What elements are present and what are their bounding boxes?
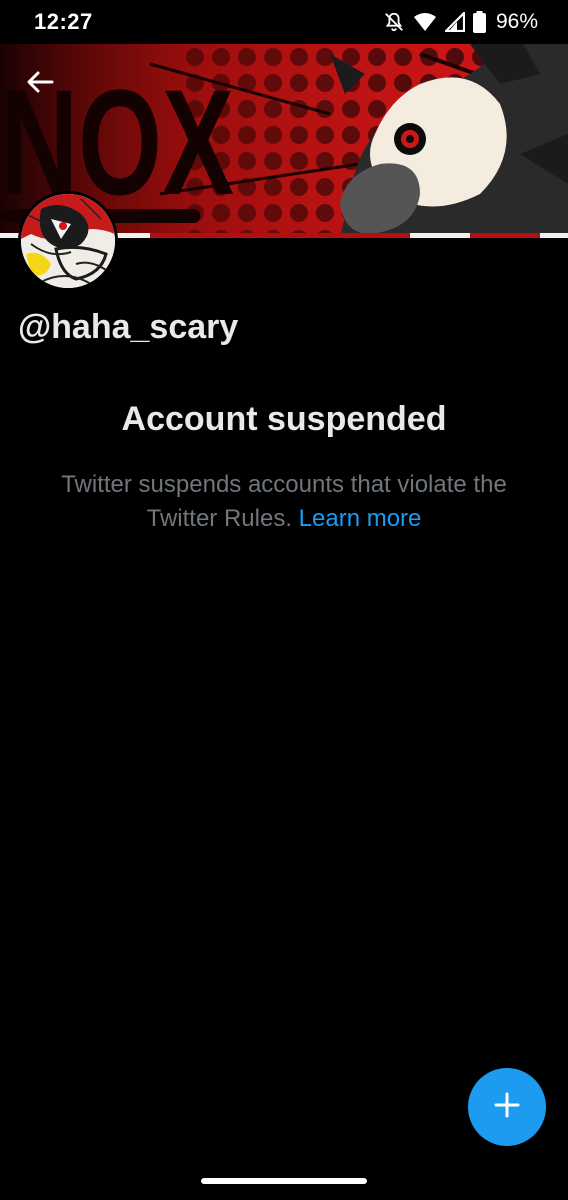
signal-icon: [444, 12, 465, 32]
status-time: 12:27: [34, 9, 93, 34]
suspended-title: Account suspended: [121, 400, 447, 438]
home-indicator[interactable]: [201, 1178, 367, 1184]
status-bar: 12:27 96%: [0, 0, 568, 44]
status-icons: 96%: [383, 10, 538, 34]
back-button[interactable]: [20, 62, 60, 102]
avatar[interactable]: [18, 191, 118, 291]
battery-icon: [472, 11, 486, 33]
learn-more-link[interactable]: Learn more: [299, 505, 422, 532]
profile-handle: @haha_scary: [18, 308, 239, 346]
suspended-description: Twitter suspends accounts that violate t…: [40, 468, 528, 536]
back-arrow-icon: [26, 70, 54, 94]
bell-muted-icon: [383, 11, 405, 33]
compose-button[interactable]: [468, 1068, 546, 1146]
battery-percent: 96%: [495, 10, 538, 33]
wifi-icon: [413, 12, 437, 32]
plus-icon: [493, 1091, 521, 1124]
suspended-description-text: Twitter suspends accounts that violate t…: [61, 471, 507, 532]
profile-screen: 12:27 96% NOX @haha_scary Account suspen…: [0, 0, 568, 1200]
